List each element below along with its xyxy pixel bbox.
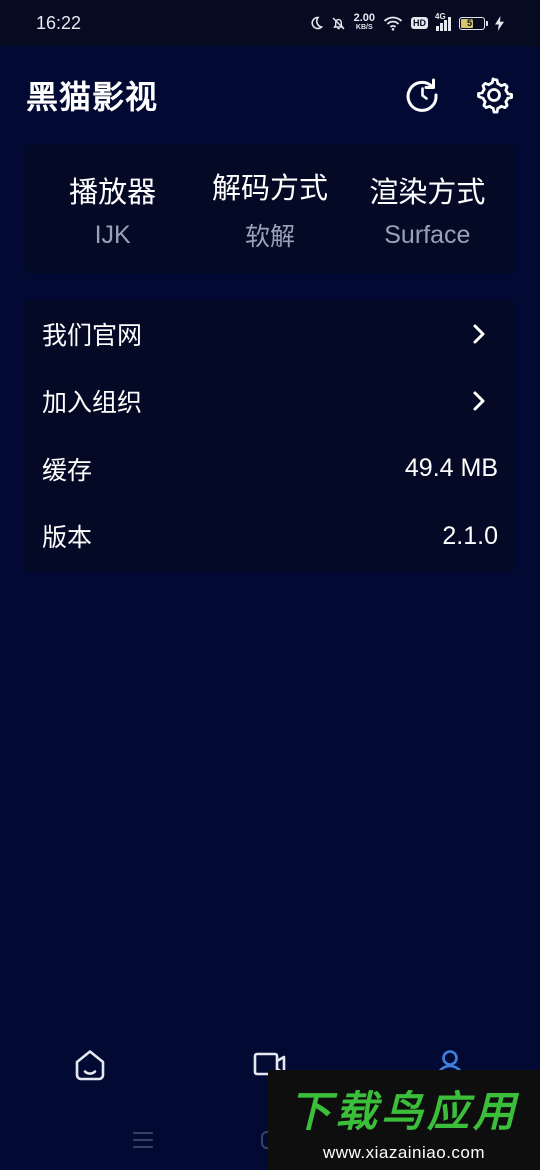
moon-icon (311, 16, 323, 30)
nav-home[interactable] (60, 1035, 120, 1095)
settings-button[interactable] (474, 75, 514, 115)
list-item-version: 版本 2.1.0 (42, 503, 498, 571)
header-actions (402, 75, 514, 115)
chevron-right-icon (473, 391, 485, 411)
signal-icon: 4G (435, 12, 451, 31)
network-speed-unit: KB/S (355, 24, 373, 31)
status-bar: 16:22 2.00 KB/S HD 4G 57 (0, 0, 540, 46)
player-settings-card: 播放器 IJK 解码方式 软解 渲染方式 Surface (24, 144, 516, 274)
info-list-card: 我们官网 加入组织 缓存 49.4 MB 版本 2.1.0 (24, 300, 516, 572)
decode-setting-label: 解码方式 (211, 171, 328, 205)
app-title: 黑猫影视 (26, 78, 159, 116)
render-setting-value: Surface (384, 220, 471, 249)
decode-setting[interactable]: 解码方式 软解 (191, 144, 348, 274)
watermark: 下载鸟应用 www.xiazainiao.com (268, 1070, 540, 1170)
home-icon (75, 1050, 105, 1081)
status-time: 16:22 (36, 12, 82, 33)
list-item-label: 版本 (42, 523, 93, 553)
gear-icon (477, 77, 513, 114)
network-speed: 2.00 KB/S (353, 12, 375, 32)
charging-icon (495, 15, 504, 31)
battery-icon: 57 (459, 16, 488, 30)
list-item-label: 我们官网 (42, 320, 143, 350)
decode-setting-value: 软解 (244, 223, 295, 251)
system-menu-button[interactable] (123, 1120, 163, 1160)
refresh-icon (406, 78, 438, 112)
cache-size-value: 49.4 MB (404, 454, 498, 483)
list-item-official-site[interactable]: 我们官网 (42, 300, 498, 368)
refresh-button[interactable] (402, 75, 442, 115)
player-setting-label: 播放器 (69, 174, 157, 209)
network-speed-value: 2.00 (353, 12, 375, 24)
render-setting[interactable]: 渲染方式 Surface (349, 144, 506, 274)
app-header: 黑猫影视 (0, 60, 540, 130)
version-value: 2.1.0 (442, 521, 498, 550)
network-type: 4G (435, 12, 446, 21)
bell-off-icon (332, 17, 345, 29)
status-icons: 2.00 KB/S HD 4G 57 (309, 12, 504, 32)
wifi-icon (383, 16, 403, 31)
render-setting-label: 渲染方式 (369, 174, 486, 209)
chevron-right-icon (473, 324, 485, 344)
player-setting[interactable]: 播放器 IJK (34, 144, 191, 274)
player-setting-value: IJK (94, 220, 131, 249)
menu-icon (133, 1132, 154, 1148)
list-item-label: 缓存 (42, 455, 93, 485)
list-item-cache[interactable]: 缓存 49.4 MB (42, 435, 498, 503)
battery-level: 57 (466, 18, 477, 28)
hd-badge: HD (411, 17, 428, 29)
list-item-label: 加入组织 (42, 388, 143, 418)
list-item-join-group[interactable]: 加入组织 (42, 368, 498, 436)
watermark-logo: 下载鸟应用 (288, 1086, 519, 1136)
watermark-url: www.xiazainiao.com (322, 1142, 486, 1162)
